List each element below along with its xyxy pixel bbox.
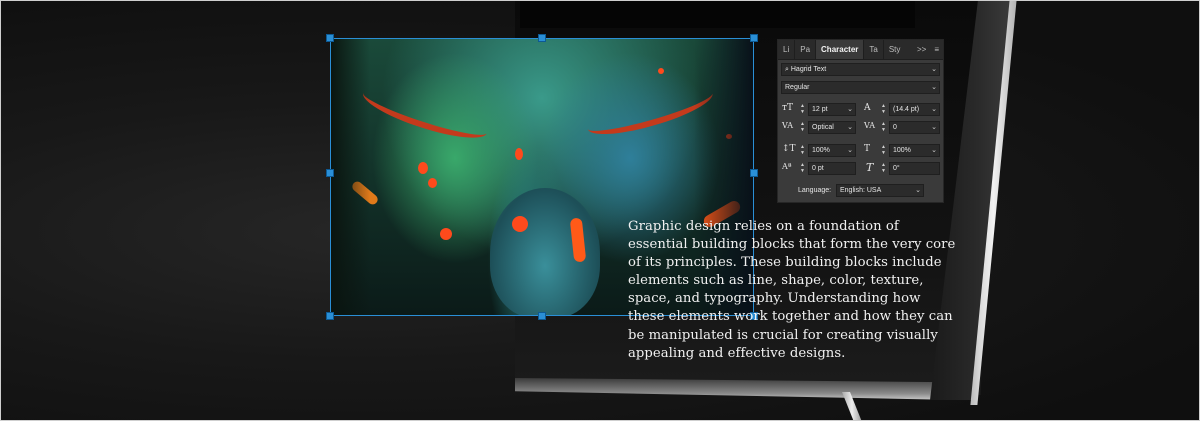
resize-handle-left[interactable] xyxy=(326,169,334,177)
font-size-field[interactable]: 12 pt ⌄ xyxy=(808,103,856,116)
font-style-value: Regular xyxy=(785,84,810,91)
search-icon: ⌕ xyxy=(785,66,789,73)
paint-speck xyxy=(658,68,664,74)
vertical-scale-icon: ↕T xyxy=(782,144,796,154)
tab-styles[interactable]: Sty xyxy=(884,40,913,59)
chevron-down-icon: ⌄ xyxy=(931,84,937,91)
horizontal-scale-icon: T xyxy=(864,144,871,154)
chevron-down-icon: ⌄ xyxy=(931,106,937,113)
kerning-stepper[interactable]: ▲ ▼ xyxy=(799,121,806,134)
horizontal-scale-stepper[interactable]: ▲ ▼ xyxy=(880,144,887,157)
baseline-shift-field[interactable]: 0 pt xyxy=(808,162,856,175)
horizontal-scale-value: 100% xyxy=(893,147,911,154)
tab-paragraph[interactable]: Pa xyxy=(795,40,817,59)
vertical-scale-field[interactable]: 100% ⌄ xyxy=(808,144,856,157)
text-frame[interactable]: Graphic design relies on a foundation of… xyxy=(628,218,958,363)
panel-overflow-icon[interactable]: >> xyxy=(913,40,930,59)
font-family-value: Hagrid Text xyxy=(790,66,827,73)
paint-speck xyxy=(440,228,452,240)
chevron-down-icon: ⌄ xyxy=(847,106,853,113)
tracking-field[interactable]: 0 ⌄ xyxy=(889,121,940,134)
skew-icon: T xyxy=(866,161,874,174)
scene: Li Pa Character Ta Sty >> ≡ ⌕ Hagrid Tex… xyxy=(0,0,1200,421)
monitor-top-bezel xyxy=(520,0,915,28)
kerning-value: Optical xyxy=(812,124,834,131)
leading-stepper[interactable]: ▲ ▼ xyxy=(880,103,887,116)
tab-character[interactable]: Character xyxy=(816,40,865,59)
chevron-down-icon: ⌄ xyxy=(931,147,937,154)
tab-links[interactable]: Li xyxy=(778,40,796,59)
resize-handle-bottom[interactable] xyxy=(538,312,546,320)
vertical-scale-value: 100% xyxy=(812,147,830,154)
tracking-value: 0 xyxy=(893,124,897,131)
language-select[interactable]: English: USA ⌄ xyxy=(836,184,924,197)
language-value: English: USA xyxy=(840,187,882,194)
resize-handle-top[interactable] xyxy=(538,34,546,42)
paint-speck xyxy=(418,162,428,174)
leading-value: (14.4 pt) xyxy=(893,106,920,113)
chevron-down-icon: ⌄ xyxy=(847,124,853,131)
character-panel: Li Pa Character Ta Sty >> ≡ ⌕ Hagrid Tex… xyxy=(777,39,944,203)
font-size-stepper[interactable]: ▲ ▼ xyxy=(799,103,806,116)
kerning-field[interactable]: Optical ⌄ xyxy=(808,121,856,134)
font-family-field[interactable]: ⌕ Hagrid Text ⌄ xyxy=(781,63,940,76)
panel-menu-icon[interactable]: ≡ xyxy=(930,40,943,59)
baseline-shift-value: 0 pt xyxy=(812,165,824,172)
skew-field[interactable]: 0° xyxy=(889,162,940,175)
font-size-icon: тT xyxy=(782,103,793,113)
language-label: Language: xyxy=(798,187,832,194)
baseline-shift-stepper[interactable]: ▲ ▼ xyxy=(799,162,806,175)
chevron-down-icon: ⌄ xyxy=(931,124,937,131)
leading-icon: A xyxy=(864,103,871,113)
chevron-down-icon: ⌄ xyxy=(847,147,853,154)
skew-value: 0° xyxy=(893,165,900,172)
image-shadow-left xyxy=(330,38,370,316)
leading-field[interactable]: (14.4 pt) ⌄ xyxy=(889,103,940,116)
paint-speck xyxy=(515,148,523,160)
chevron-down-icon: ⌄ xyxy=(931,66,937,73)
font-style-field[interactable]: Regular ⌄ xyxy=(781,81,940,94)
font-size-value: 12 pt xyxy=(812,106,828,113)
vertical-scale-stepper[interactable]: ▲ ▼ xyxy=(799,144,806,157)
image-left-eyelash xyxy=(358,78,492,148)
skew-stepper[interactable]: ▲ ▼ xyxy=(880,162,887,175)
paint-speck xyxy=(428,178,437,188)
resize-handle-bottom-left[interactable] xyxy=(326,312,334,320)
panel-tab-bar: Li Pa Character Ta Sty >> ≡ xyxy=(778,40,943,60)
resize-handle-top-right[interactable] xyxy=(750,34,758,42)
chevron-down-icon: ⌄ xyxy=(915,187,921,194)
resize-handle-right[interactable] xyxy=(750,169,758,177)
tracking-icon: VA xyxy=(864,121,876,130)
resize-handle-top-left[interactable] xyxy=(326,34,334,42)
tab-tabs[interactable]: Ta xyxy=(864,40,884,59)
kerning-icon: VA xyxy=(782,121,794,130)
tracking-stepper[interactable]: ▲ ▼ xyxy=(880,121,887,134)
paint-speck xyxy=(512,216,528,232)
baseline-shift-icon: Aª xyxy=(782,162,792,171)
horizontal-scale-field[interactable]: 100% ⌄ xyxy=(889,144,940,157)
